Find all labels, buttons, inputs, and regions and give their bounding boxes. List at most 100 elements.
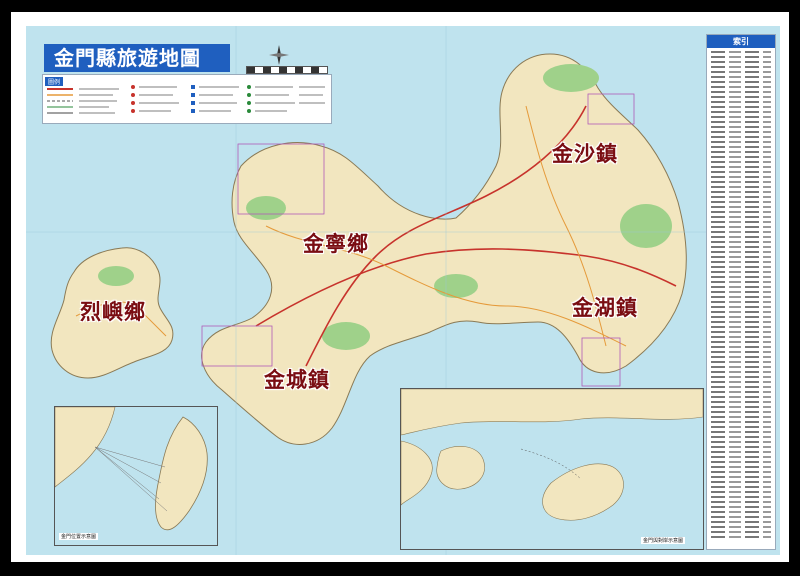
index-entry[interactable]: [711, 466, 771, 468]
index-entry[interactable]: [711, 446, 771, 448]
index-entry[interactable]: [711, 101, 771, 103]
index-entry[interactable]: [711, 421, 771, 423]
index-entry[interactable]: [711, 311, 771, 313]
index-entry[interactable]: [711, 276, 771, 278]
index-entry[interactable]: [711, 176, 771, 178]
index-entry[interactable]: [711, 116, 771, 118]
index-entry[interactable]: [711, 106, 771, 108]
index-entry[interactable]: [711, 96, 771, 98]
index-entry[interactable]: [711, 241, 771, 243]
index-entry[interactable]: [711, 501, 771, 503]
index-entry[interactable]: [711, 76, 771, 78]
index-entry[interactable]: [711, 296, 771, 298]
index-entry[interactable]: [711, 461, 771, 463]
index-entry[interactable]: [711, 256, 771, 258]
index-entry[interactable]: [711, 486, 771, 488]
index-entry[interactable]: [711, 151, 771, 153]
index-entry[interactable]: [711, 451, 771, 453]
index-entry[interactable]: [711, 56, 771, 58]
index-entry[interactable]: [711, 81, 771, 83]
index-entry[interactable]: [711, 66, 771, 68]
index-entry[interactable]: [711, 201, 771, 203]
index-entry[interactable]: [711, 366, 771, 368]
index-entry[interactable]: [711, 86, 771, 88]
index-entry[interactable]: [711, 291, 771, 293]
index-entry[interactable]: [711, 51, 771, 53]
index-entry[interactable]: [711, 376, 771, 378]
index-entry[interactable]: [711, 491, 771, 493]
index-entry[interactable]: [711, 191, 771, 193]
index-entry[interactable]: [711, 511, 771, 513]
index-entry[interactable]: [711, 251, 771, 253]
index-entry[interactable]: [711, 156, 771, 158]
index-entry[interactable]: [711, 221, 771, 223]
index-entry[interactable]: [711, 196, 771, 198]
index-entry[interactable]: [711, 536, 771, 538]
index-entry[interactable]: [711, 111, 771, 113]
index-entry[interactable]: [711, 471, 771, 473]
index-entry[interactable]: [711, 186, 771, 188]
index-entry[interactable]: [711, 236, 771, 238]
index-entry[interactable]: [711, 361, 771, 363]
index-entry[interactable]: [711, 271, 771, 273]
index-entry[interactable]: [711, 531, 771, 533]
index-entry[interactable]: [711, 406, 771, 408]
index-entry[interactable]: [711, 481, 771, 483]
index-entry[interactable]: [711, 356, 771, 358]
index-entry[interactable]: [711, 351, 771, 353]
index-entry[interactable]: [711, 71, 771, 73]
index-entry[interactable]: [711, 126, 771, 128]
index-entry[interactable]: [711, 141, 771, 143]
inset-map-taiwan[interactable]: 金門位置示意圖: [54, 406, 218, 546]
index-entry[interactable]: [711, 166, 771, 168]
index-entry[interactable]: [711, 346, 771, 348]
index-entry[interactable]: [711, 526, 771, 528]
index-entry[interactable]: [711, 416, 771, 418]
index-entry[interactable]: [711, 381, 771, 383]
index-entry[interactable]: [711, 146, 771, 148]
index-entry[interactable]: [711, 436, 771, 438]
index-entry[interactable]: [711, 456, 771, 458]
index-entry[interactable]: [711, 391, 771, 393]
index-entry[interactable]: [711, 516, 771, 518]
index-entry[interactable]: [711, 476, 771, 478]
index-entry[interactable]: [711, 396, 771, 398]
index-entry[interactable]: [711, 506, 771, 508]
index-entry[interactable]: [711, 171, 771, 173]
index-entry[interactable]: [711, 401, 771, 403]
index-entry[interactable]: [711, 496, 771, 498]
index-entry[interactable]: [711, 411, 771, 413]
index-entry[interactable]: [711, 211, 771, 213]
index-entry[interactable]: [711, 266, 771, 268]
index-entry[interactable]: [711, 386, 771, 388]
index-entry[interactable]: [711, 431, 771, 433]
index-entry[interactable]: [711, 306, 771, 308]
index-entry[interactable]: [711, 331, 771, 333]
index-entry[interactable]: [711, 521, 771, 523]
index-entry[interactable]: [711, 246, 771, 248]
index-entry[interactable]: [711, 261, 771, 263]
index-entry[interactable]: [711, 286, 771, 288]
index-entry[interactable]: [711, 216, 771, 218]
index-entry[interactable]: [711, 121, 771, 123]
index-entry[interactable]: [711, 181, 771, 183]
index-entry[interactable]: [711, 316, 771, 318]
index-entry[interactable]: [711, 336, 771, 338]
index-entry[interactable]: [711, 231, 771, 233]
index-entry[interactable]: [711, 206, 771, 208]
index-entry[interactable]: [711, 326, 771, 328]
index-entry[interactable]: [711, 161, 771, 163]
index-entry[interactable]: [711, 136, 771, 138]
index-entry[interactable]: [711, 281, 771, 283]
index-entry[interactable]: [711, 91, 771, 93]
index-entry[interactable]: [711, 341, 771, 343]
index-entry[interactable]: [711, 371, 771, 373]
index-entry[interactable]: [711, 131, 771, 133]
index-panel[interactable]: 索引: [706, 34, 776, 550]
inset-map-xiamen[interactable]: 金門與對岸示意圖: [400, 388, 704, 550]
index-entry[interactable]: [711, 61, 771, 63]
index-entry[interactable]: [711, 441, 771, 443]
index-entry[interactable]: [711, 301, 771, 303]
index-entry[interactable]: [711, 321, 771, 323]
index-entry[interactable]: [711, 226, 771, 228]
